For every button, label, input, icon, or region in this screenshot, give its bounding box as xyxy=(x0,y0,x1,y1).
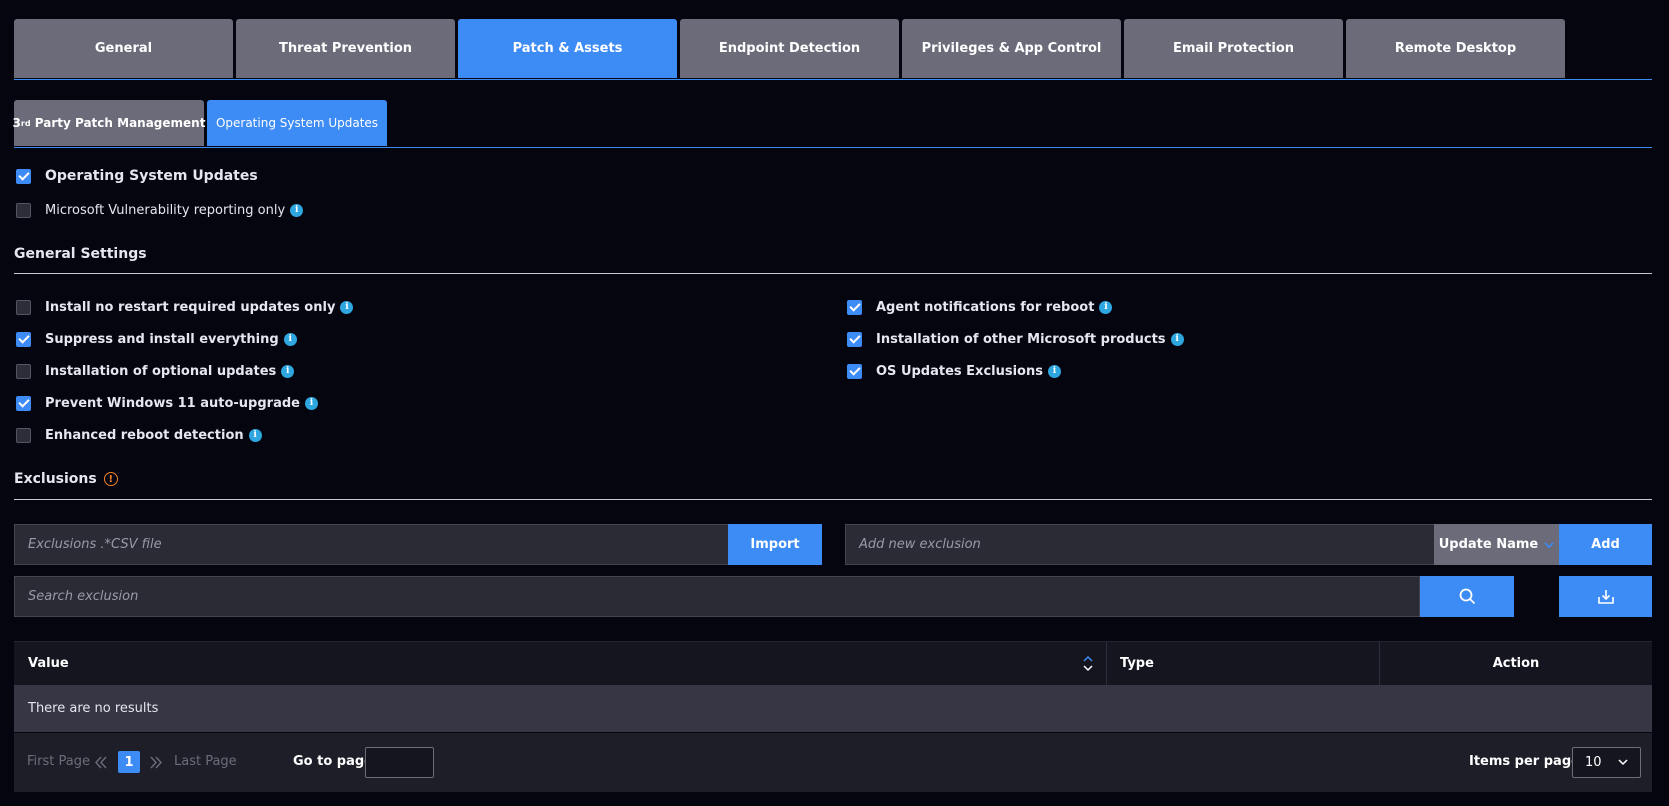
setting-win11: Prevent Windows 11 auto-upgrade i xyxy=(16,393,318,413)
setting-other-ms-products: Installation of other Microsoft products… xyxy=(847,329,1184,349)
os-updates-checkbox[interactable] xyxy=(16,168,31,184)
agent-notifications-label: Agent notifications for reboot xyxy=(876,299,1095,315)
empty-text: There are no results xyxy=(28,701,159,716)
info-icon[interactable]: i xyxy=(1047,364,1061,378)
os-exclusions-label: OS Updates Exclusions xyxy=(876,363,1043,379)
setting-os-exclusions: OS Updates Exclusions i xyxy=(847,361,1061,381)
tab-general[interactable]: General xyxy=(14,19,233,78)
sort-icon[interactable] xyxy=(1083,655,1093,672)
pagination-bar: First Page 1 Last Page Go to page: Items… xyxy=(14,733,1652,792)
divider xyxy=(14,273,1652,274)
tab-email-protection[interactable]: Email Protection xyxy=(1124,19,1343,78)
suppress-checkbox[interactable] xyxy=(16,331,31,347)
info-icon[interactable]: i xyxy=(1170,332,1184,346)
download-icon xyxy=(1597,590,1614,604)
setting-reboot-detection: Enhanced reboot detection i xyxy=(16,425,262,445)
subtab-3rd-party-sup: rd xyxy=(20,118,31,128)
main-tab-bar: General Threat Prevention Patch & Assets… xyxy=(14,19,1652,80)
other-ms-products-label: Installation of other Microsoft products xyxy=(876,331,1166,347)
search-icon xyxy=(1459,588,1475,605)
os-exclusions-checkbox[interactable] xyxy=(847,363,862,379)
subtab-3rd-party-prefix: 3 xyxy=(12,116,21,130)
no-restart-checkbox[interactable] xyxy=(16,299,31,315)
suppress-label: Suppress and install everything xyxy=(45,331,279,347)
general-settings-title: General Settings xyxy=(14,246,147,262)
ms-vuln-option: Microsoft Vulnerability reporting only i xyxy=(16,200,304,220)
column-value[interactable]: Value xyxy=(28,642,69,685)
exclusions-heading: Exclusions ! xyxy=(14,471,118,487)
other-ms-products-checkbox[interactable] xyxy=(847,331,862,347)
ms-vuln-checkbox[interactable] xyxy=(16,202,31,218)
warning-icon[interactable]: ! xyxy=(103,472,118,486)
search-exclusion-input[interactable]: Search exclusion xyxy=(14,576,1420,617)
exclusions-table-header: Value Type Action xyxy=(14,641,1652,686)
divider xyxy=(14,499,1652,500)
info-icon[interactable]: i xyxy=(1099,300,1113,314)
win11-label: Prevent Windows 11 auto-upgrade xyxy=(45,395,300,411)
info-icon[interactable]: i xyxy=(340,300,354,314)
last-page-link[interactable]: Last Page xyxy=(174,754,237,769)
subtab-3rd-party-rest: Party Patch Management xyxy=(30,116,206,130)
csv-file-input[interactable]: Exclusions .*CSV file xyxy=(14,524,729,565)
os-updates-label: Operating System Updates xyxy=(45,168,258,184)
tab-patch-assets[interactable]: Patch & Assets xyxy=(458,19,677,78)
setting-suppress: Suppress and install everything i xyxy=(16,329,297,349)
info-icon[interactable]: i xyxy=(304,396,318,410)
setting-agent-notifications: Agent notifications for reboot i xyxy=(847,297,1113,317)
subtab-os-updates[interactable]: Operating System Updates xyxy=(207,100,387,146)
page-number-current[interactable]: 1 xyxy=(118,751,140,773)
chevron-down-icon xyxy=(1544,541,1554,548)
tab-threat-prevention[interactable]: Threat Prevention xyxy=(236,19,455,78)
tab-privileges-app-control[interactable]: Privileges & App Control xyxy=(902,19,1121,78)
win11-checkbox[interactable] xyxy=(16,395,31,411)
first-page-link[interactable]: First Page xyxy=(27,754,90,769)
export-button[interactable] xyxy=(1559,576,1652,617)
items-per-page-select[interactable]: 10 xyxy=(1572,747,1641,778)
reboot-detection-label: Enhanced reboot detection xyxy=(45,427,244,443)
exclusion-type-select[interactable]: Update Name xyxy=(1434,524,1559,565)
info-icon[interactable]: i xyxy=(281,364,295,378)
column-action: Action xyxy=(1492,656,1540,671)
items-per-page-label: Items per page: xyxy=(1469,754,1586,769)
items-per-page-value: 10 xyxy=(1585,755,1602,770)
optional-updates-checkbox[interactable] xyxy=(16,363,31,379)
agent-notifications-checkbox[interactable] xyxy=(847,299,862,315)
add-button[interactable]: Add xyxy=(1559,524,1652,565)
info-icon[interactable]: i xyxy=(290,203,304,217)
exclusion-type-value: Update Name xyxy=(1438,537,1539,552)
subtab-3rd-party-patch[interactable]: 3rd Party Patch Management xyxy=(12,100,206,146)
info-icon[interactable]: i xyxy=(248,428,262,442)
exclusions-title: Exclusions xyxy=(14,471,97,487)
reboot-detection-checkbox[interactable] xyxy=(16,427,31,443)
search-button[interactable] xyxy=(1420,576,1514,617)
tab-remote-desktop[interactable]: Remote Desktop xyxy=(1346,19,1565,78)
table-empty-row: There are no results xyxy=(14,685,1652,732)
double-chevron-left-icon[interactable] xyxy=(95,756,107,769)
sub-tab-bar: 3rd Party Patch Management Operating Sys… xyxy=(12,100,1652,148)
column-divider xyxy=(1106,642,1107,685)
os-updates-option: Operating System Updates xyxy=(16,166,258,186)
tab-endpoint-detection[interactable]: Endpoint Detection xyxy=(680,19,899,78)
setting-no-restart: Install no restart required updates only… xyxy=(16,297,354,317)
chevron-down-icon xyxy=(1618,759,1628,766)
no-restart-label: Install no restart required updates only xyxy=(45,299,336,315)
setting-optional: Installation of optional updates i xyxy=(16,361,295,381)
optional-updates-label: Installation of optional updates xyxy=(45,363,277,379)
info-icon[interactable]: i xyxy=(283,332,297,346)
double-chevron-right-icon[interactable] xyxy=(150,756,162,769)
goto-page-input[interactable] xyxy=(365,747,434,778)
add-exclusion-input[interactable]: Add new exclusion xyxy=(845,524,1435,565)
column-type[interactable]: Type xyxy=(1120,642,1154,685)
ms-vuln-label: Microsoft Vulnerability reporting only xyxy=(45,202,286,218)
import-button[interactable]: Import xyxy=(728,524,822,565)
